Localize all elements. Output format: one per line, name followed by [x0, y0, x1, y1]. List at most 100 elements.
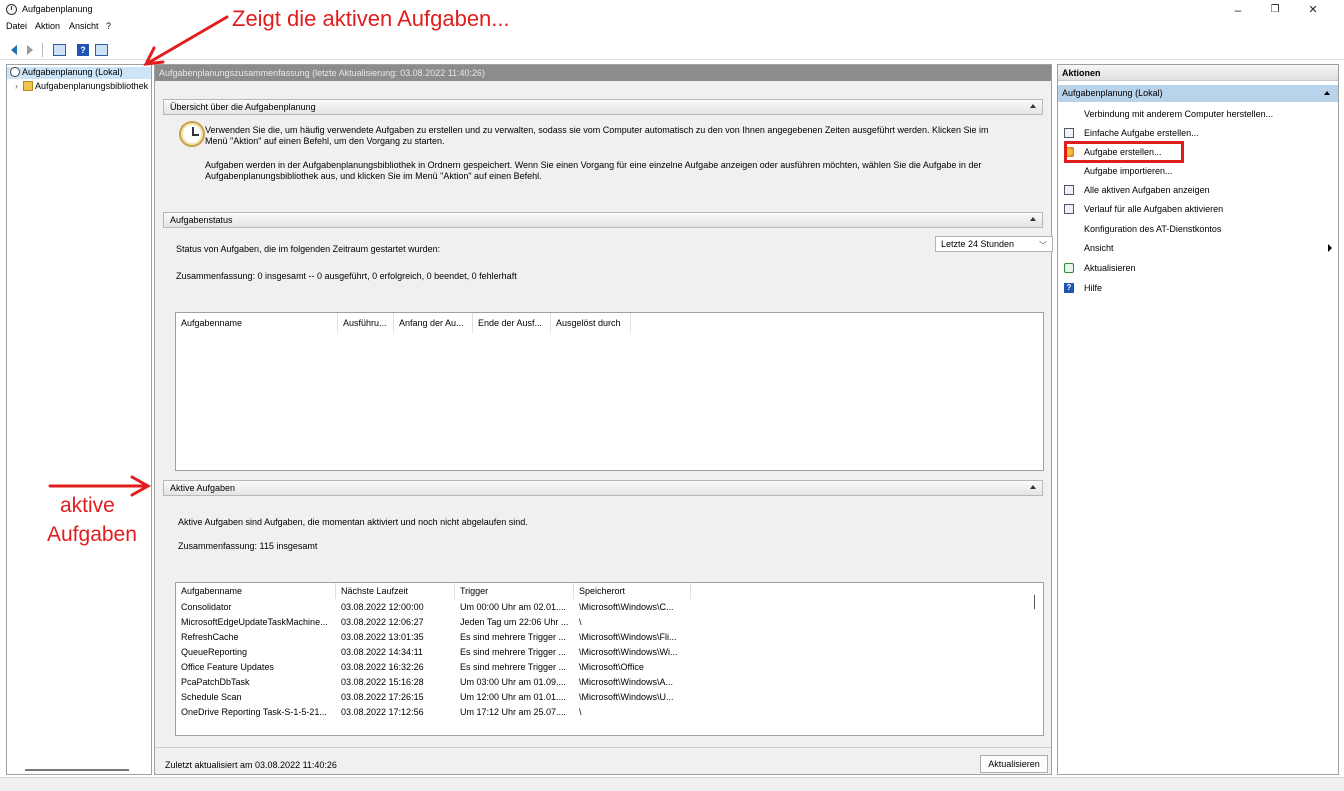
back-button[interactable] — [8, 43, 20, 57]
refresh-button[interactable]: Aktualisieren — [980, 755, 1048, 773]
location-cell: \Microsoft\Windows\Wi... — [579, 647, 678, 657]
location-cell: \Microsoft\Office — [579, 662, 644, 672]
collapse-icon[interactable] — [1030, 217, 1036, 221]
action-label: Aktualisieren — [1084, 263, 1136, 273]
table-row[interactable]: Consolidator 03.08.2022 12:00:00 Um 00:00 … — [176, 601, 1026, 614]
tree-item-library[interactable]: › Aufgabenplanungsbibliothek — [7, 81, 148, 93]
trigger-cell: Jeden Tag um 22:06 Uhr ... — [460, 617, 569, 627]
active-tasks-section-title: Aktive Aufgaben — [170, 483, 236, 493]
status-section-header[interactable]: Aufgabenstatus — [163, 212, 1043, 228]
action-refresh[interactable]: Aktualisieren — [1058, 260, 1338, 276]
action-import-task[interactable]: Aufgabe importieren... — [1058, 163, 1338, 179]
overview-text-line-3: Aufgaben werden in der Aufgabenplanungsb… — [205, 160, 982, 170]
close-button[interactable]: ✕ — [1298, 2, 1328, 18]
next-run-cell: 03.08.2022 17:26:15 — [341, 692, 424, 702]
location-cell: \Microsoft\Windows\A... — [579, 677, 674, 687]
column-header-location[interactable]: Speicherort — [574, 583, 691, 599]
overview-text-line-4: Aufgabenplanungsbibliothek aus, und klic… — [205, 171, 542, 181]
show-hide-console-tree-button[interactable] — [53, 43, 66, 57]
title-bar: Aufgabenplanung – ❐ ✕ — [0, 0, 1344, 20]
table-row[interactable]: MicrosoftEdgeUpdateTaskMachine... 03.08.2… — [176, 616, 1026, 629]
next-run-cell: 03.08.2022 13:01:35 — [341, 632, 424, 642]
collapse-icon[interactable] — [1030, 485, 1036, 489]
annotation-left-line1: aktive — [60, 494, 115, 517]
column-header-task-name[interactable]: Aufgabenname — [176, 313, 338, 333]
action-label: Hilfe — [1084, 283, 1103, 293]
trigger-cell: Um 00:00 Uhr am 02.01.... — [460, 602, 567, 612]
vertical-scrollbar[interactable] — [1034, 595, 1035, 609]
action-show-running-tasks[interactable]: Alle aktiven Aufgaben anzeigen — [1058, 182, 1338, 198]
clock-icon — [10, 67, 20, 77]
action-label: Konfiguration des AT-Dienstkontos — [1084, 224, 1222, 234]
timeframe-dropdown[interactable]: Letzte 24 Stunden ﹀ — [935, 236, 1053, 252]
status-section-title: Aufgabenstatus — [170, 215, 233, 225]
action-enable-history[interactable]: Verlauf für alle Aufgaben aktivieren — [1058, 201, 1338, 217]
trigger-cell: Es sind mehrere Trigger ... — [460, 662, 567, 672]
actions-group-label: Aufgabenplanung (Lokal) — [1062, 88, 1163, 98]
table-row[interactable]: RefreshCache 03.08.2022 13:01:35 Es sind m… — [176, 631, 1026, 644]
status-table[interactable]: Aufgabenname Ausführu... Anfang der Au..… — [175, 312, 1044, 471]
menu-aktion[interactable]: Aktion — [35, 21, 60, 31]
column-header-run-end[interactable]: Ende der Ausf... — [473, 313, 551, 333]
active-tasks-table[interactable]: Aufgabenname Nächste Laufzeit Trigger Sp… — [175, 582, 1044, 736]
overview-section-title: Übersicht über die Aufgabenplanung — [170, 102, 316, 112]
menu-help[interactable]: ? — [106, 21, 111, 31]
highlight-frame — [1064, 141, 1184, 163]
task-name-cell: MicrosoftEdgeUpdateTaskMachine... — [181, 617, 328, 627]
help-button[interactable]: ? — [77, 43, 89, 57]
collapse-icon[interactable] — [1030, 104, 1036, 108]
refresh-icon — [1064, 263, 1074, 273]
overview-section-header[interactable]: Übersicht über die Aufgabenplanung — [163, 99, 1043, 115]
overview-text-line-1: Verwenden Sie die, um häufig verwendete … — [205, 125, 989, 135]
menu-datei[interactable]: Datei — [6, 21, 27, 31]
column-header-trigger[interactable]: Trigger — [455, 583, 574, 599]
forward-button[interactable] — [24, 43, 36, 57]
trigger-cell: Um 03:00 Uhr am 01.09.... — [460, 677, 567, 687]
tree-item-root[interactable]: Aufgabenplanung (Lokal) — [7, 67, 151, 79]
table-row[interactable]: QueueReporting 03.08.2022 14:34:11 Es sind… — [176, 646, 1026, 659]
column-header-task-name[interactable]: Aufgabenname — [176, 583, 336, 599]
action-view[interactable]: Ansicht — [1058, 240, 1338, 256]
actions-group-header[interactable]: Aufgabenplanung (Lokal) — [1058, 85, 1338, 102]
status-label: Status von Aufgaben, die im folgenden Ze… — [176, 244, 441, 254]
action-connect-computer[interactable]: Verbindung mit anderem Computer herstell… — [1058, 106, 1338, 122]
show-hide-action-pane-button[interactable] — [95, 43, 108, 57]
actions-pane-title: Aktionen — [1058, 65, 1338, 81]
horizontal-scrollbar[interactable] — [25, 769, 129, 771]
chevron-right-icon[interactable]: › — [15, 81, 23, 91]
status-section-body: Status von Aufgaben, die im folgenden Ze… — [163, 228, 1053, 471]
action-help[interactable]: ? Hilfe — [1058, 280, 1338, 296]
table-row[interactable]: Office Feature Updates 03.08.2022 16:32:2… — [176, 661, 1026, 674]
minimize-button[interactable]: – — [1223, 2, 1253, 18]
location-cell: \Microsoft\Windows\Fli... — [579, 632, 677, 642]
table-row[interactable]: OneDrive Reporting Task-S-1-5-21... 03.08… — [176, 706, 1026, 719]
scheduler-clock-icon — [179, 121, 205, 147]
maximize-button[interactable]: ❐ — [1260, 2, 1290, 18]
action-label: Verbindung mit anderem Computer herstell… — [1084, 109, 1274, 119]
action-create-basic-task[interactable]: Einfache Aufgabe erstellen... — [1058, 125, 1338, 141]
menu-ansicht[interactable]: Ansicht — [69, 21, 99, 31]
location-cell: \ — [579, 707, 582, 717]
column-header-run-start[interactable]: Anfang der Au... — [394, 313, 473, 333]
task-name-cell: PcaPatchDbTask — [181, 677, 250, 687]
tree-item-library-label: Aufgabenplanungsbibliothek — [35, 81, 149, 91]
trigger-cell: Es sind mehrere Trigger ... — [460, 647, 567, 657]
column-header-triggered-by[interactable]: Ausgelöst durch — [551, 313, 631, 333]
active-tasks-section-body: Aktive Aufgaben sind Aufgaben, die momen… — [163, 496, 1044, 740]
column-header-run-result[interactable]: Ausführu... — [338, 313, 394, 333]
console-tree-icon — [53, 44, 66, 56]
chevron-down-icon: ﹀ — [1039, 241, 1047, 250]
active-tasks-section-header[interactable]: Aktive Aufgaben — [163, 480, 1043, 496]
table-row[interactable]: PcaPatchDbTask 03.08.2022 15:16:28 Um 03:0… — [176, 676, 1026, 689]
active-tasks-summary: Zusammenfassung: 115 insgesamt — [178, 541, 318, 551]
actions-pane: Aktionen Aufgabenplanung (Lokal) Verbind… — [1057, 64, 1339, 775]
summary-header: Aufgabenplanungszusammenfassung (letzte … — [155, 65, 1051, 81]
action-at-service-account[interactable]: Konfiguration des AT-Dienstkontos — [1058, 221, 1338, 237]
action-label: Ansicht — [1084, 243, 1114, 253]
column-header-next-run[interactable]: Nächste Laufzeit — [336, 583, 455, 599]
window-title: Aufgabenplanung — [22, 4, 93, 14]
collapse-icon[interactable] — [1324, 91, 1330, 95]
annotation-top-text: Zeigt die aktiven Aufgaben... — [232, 6, 510, 31]
tree-item-root-label: Aufgabenplanung (Lokal) — [22, 67, 123, 77]
table-row[interactable]: Schedule Scan 03.08.2022 17:26:15 Um 12:00… — [176, 691, 1026, 704]
